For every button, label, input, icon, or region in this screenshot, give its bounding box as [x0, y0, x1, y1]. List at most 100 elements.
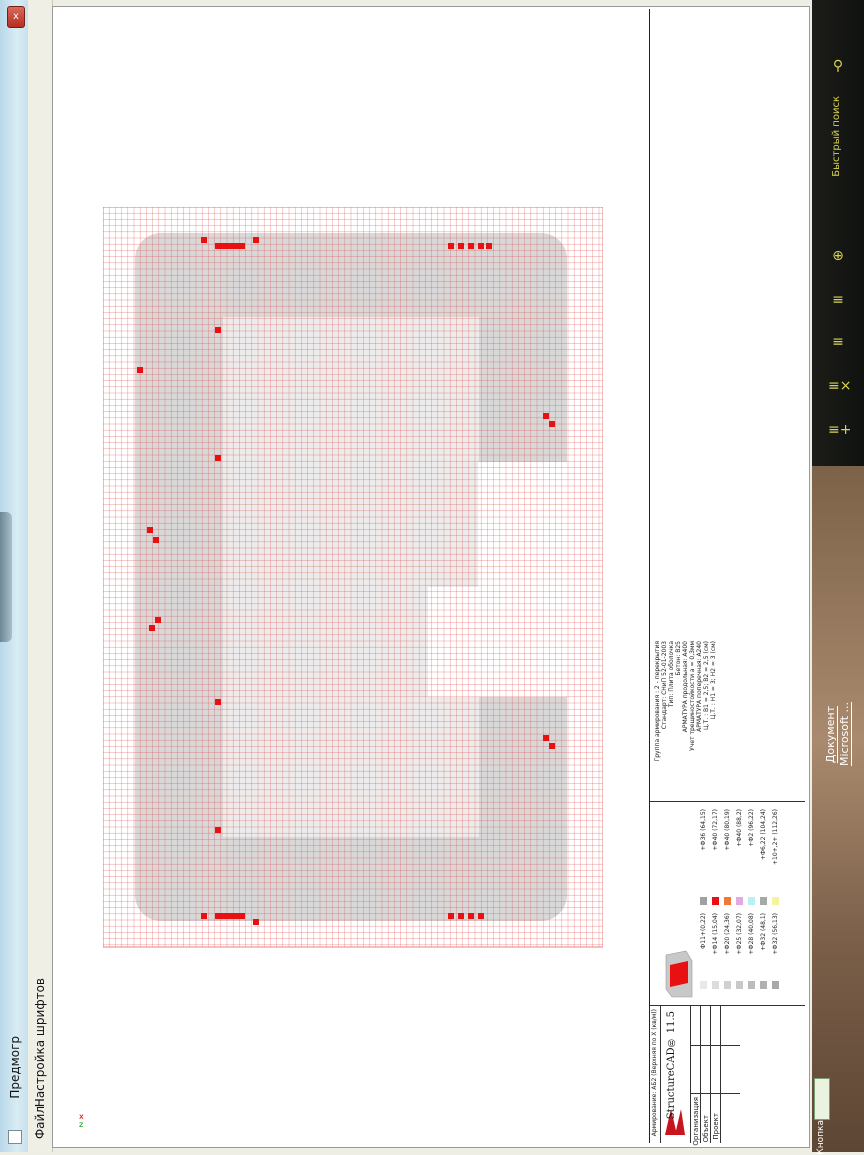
reinforcement-spot [458, 243, 464, 249]
reinforcement-spot [549, 743, 555, 749]
reinforcement-spot [458, 913, 464, 919]
reinforcement-spot [201, 237, 207, 243]
design-notes: Группа армирования : 2 - перекрытия Станд… [654, 641, 774, 801]
reinforcement-spot [478, 913, 484, 919]
reinforcement-spot [149, 625, 155, 631]
reinforcement-spot [233, 243, 239, 249]
reinforcement-spot [253, 919, 259, 925]
reinforcement-spot [147, 527, 153, 533]
legend-list: Ф11+(0,22) +Ф14 (15,04) +Ф20 (24,36) +Ф25 (… [700, 809, 800, 999]
reinforcement-spot [468, 243, 474, 249]
legend-swatch [760, 981, 767, 989]
design-note: АРМАТУРА продольная: A400 [682, 641, 689, 733]
legend-entry: +Ф32 (48,1) [760, 913, 767, 951]
legend-swatch [724, 981, 731, 989]
menu-file[interactable]: Файл [33, 1106, 47, 1139]
drawing-frame: Группа армирования : 2 - перекрытия Станд… [649, 9, 806, 1146]
color-swatch-block [662, 949, 696, 999]
design-note: Тип: Плита оболочка [668, 641, 675, 708]
list-add-icon[interactable]: ≡+ [828, 420, 851, 440]
desktop-doc-label-2[interactable]: Microsoft ... [838, 702, 851, 766]
reinforcement-spot [221, 913, 227, 919]
reinforcement-spot [253, 237, 259, 243]
close-icon: x [13, 11, 19, 22]
legend-swatch [736, 897, 743, 905]
legend-swatch [748, 981, 755, 989]
legend-entry: +Ф2 (96,22) [748, 809, 755, 847]
legend-entry: +Ф28 (40,08) [748, 913, 755, 955]
reinforcement-spot [448, 913, 454, 919]
reinforcement-spot [478, 243, 484, 249]
reinforcement-spot [215, 827, 221, 833]
reinforcement-spot [153, 537, 159, 543]
reinforcement-spot [215, 913, 221, 919]
material-3d-icon [665, 950, 693, 998]
legend-entry: +Ф25 (32,07) [736, 913, 743, 955]
legend-swatch [748, 897, 755, 905]
axis-icon: xz [79, 1112, 84, 1129]
reinforcement-spot [155, 617, 161, 623]
close-button[interactable]: x [7, 6, 25, 28]
design-note: Стандарт: СНиП 52-01-2003 [661, 641, 668, 730]
legend-swatch [700, 981, 707, 989]
design-note: Бетон: B25 [675, 641, 682, 676]
search-icon[interactable]: ⚲ [828, 56, 848, 76]
legend-swatch [736, 981, 743, 989]
window-title: Предмогр [8, 1036, 22, 1099]
reinforcement-spot [239, 243, 245, 249]
reinforcement-spot [227, 243, 233, 249]
reinforcement-spot [137, 367, 143, 373]
design-note: Учет трещиностойкости a = 0,3мм [689, 641, 696, 751]
reinforcement-spot [215, 699, 221, 705]
legend-swatch [724, 897, 731, 905]
legend-entry: +Ф20 (24,36) [724, 913, 731, 955]
legend-swatch [700, 897, 707, 905]
design-note: Ц.Т. : Н1 = 3; Н2 = 3 (см) [710, 641, 717, 720]
app-icon [8, 1130, 22, 1144]
taskbar-label: Кнопка [816, 1120, 826, 1155]
reinforcement-mesh [103, 207, 603, 948]
taskbar-button[interactable]: Кнопка [814, 1078, 832, 1155]
reinforcement-spot [549, 421, 555, 427]
list-icon[interactable]: ≡ [828, 290, 848, 310]
drawing-sheet: xz Группа армирования : 2 - перекрытия Ст… [52, 6, 810, 1148]
design-note: Группа армирования : 2 - перекрытия [654, 641, 661, 762]
reinforcement-spot [239, 913, 245, 919]
reinforcement-spot [448, 243, 454, 249]
legend-area: Группа армирования : 2 - перекрытия Станд… [650, 9, 805, 1143]
legend-entry: +Ф40 (72,17) [712, 809, 719, 851]
menu-font-settings[interactable]: Настройка шрифтов [33, 978, 47, 1107]
quick-search-sidebar: ⚲ Быстрый поиск ⊕ ≡ ≡ ≡× ≡+ [812, 0, 864, 466]
reinforcement-spot [201, 913, 207, 919]
drawing-header: Армирование: АБ2 (Верхняя по Х (кв/м)) [651, 1009, 658, 1137]
reinforcement-spot [221, 243, 227, 249]
legend-swatch [772, 981, 779, 989]
quick-search-label[interactable]: Быстрый поиск [831, 96, 842, 177]
reinforcement-spot [215, 455, 221, 461]
reinforcement-spot [227, 913, 233, 919]
desktop-background: Документ Microsoft ... [812, 466, 864, 1152]
field-object: Объект [702, 1115, 710, 1143]
legend-entry: +Ф32 (56,13) [772, 913, 779, 955]
reinforcement-spot [468, 913, 474, 919]
legend-entry: +Ф6,22 (104,24) [760, 809, 767, 861]
list-remove-icon[interactable]: ≡× [828, 376, 851, 396]
reinforcement-spot [233, 913, 239, 919]
legend-entry: +Ф36 (64,15) [700, 809, 707, 851]
reinforcement-spot [543, 413, 549, 419]
reinforcement-spot [486, 243, 492, 249]
title-block: Армирование: АБ2 (Верхняя по Х (кв/м)) S… [650, 1005, 805, 1146]
legend-swatch [772, 897, 779, 905]
desktop-doc-label[interactable]: Документ [824, 706, 837, 763]
zoom-in-icon[interactable]: ⊕ [828, 246, 848, 266]
design-note: Ц.Т. : В1 = 2,5; В2 = 2,5 (см) [703, 641, 710, 730]
reinforcement-spot [215, 243, 221, 249]
field-project: Проект [712, 1113, 720, 1140]
legend-swatch [712, 897, 719, 905]
list-icon[interactable]: ≡ [828, 332, 848, 352]
app-name: StructureCAD® 11.5 [666, 1011, 677, 1120]
taskbar-icons [814, 1078, 830, 1120]
menu-bar: Файл Настройка шрифтов [28, 0, 53, 1152]
legend-entry: +Ф40 (80,19) [724, 809, 731, 851]
side-panel-handle[interactable] [0, 512, 12, 642]
